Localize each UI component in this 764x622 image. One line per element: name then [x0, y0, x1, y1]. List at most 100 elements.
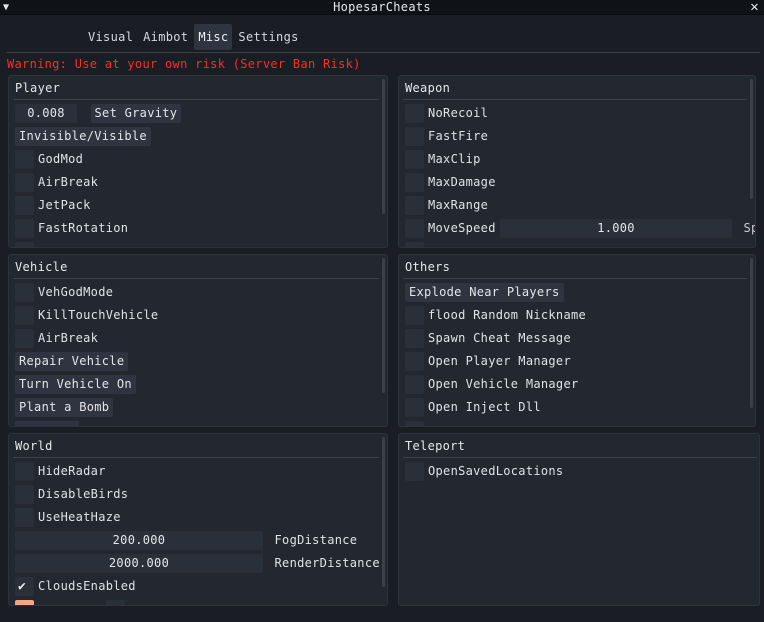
others-panel: Others Explode Near Players flood Random… — [398, 254, 756, 427]
toggle-label: DisableBirds — [38, 487, 129, 501]
tab-settings[interactable]: Settings — [234, 24, 302, 50]
clipped-toggle[interactable] — [405, 421, 424, 426]
tab-aimbot[interactable]: Aimbot — [139, 24, 192, 50]
godmod-toggle[interactable]: GodMod — [15, 150, 83, 169]
killtouchvehicle-toggle[interactable]: KillTouchVehicle — [15, 306, 158, 325]
fastrotation-toggle[interactable]: FastRotation — [15, 219, 128, 238]
toggle-label: UseHeatHaze — [38, 510, 121, 524]
clipped-toggle[interactable] — [405, 242, 424, 247]
toggle-label: NoRecoil — [428, 106, 489, 120]
scrollbar[interactable] — [382, 79, 385, 214]
plant-bomb-button[interactable]: Plant a Bomb — [15, 398, 114, 417]
checkbox[interactable] — [405, 242, 424, 247]
color-swatch[interactable] — [15, 600, 34, 605]
panel-title: Player — [15, 81, 61, 95]
toggle-label: Open Inject Dll — [428, 400, 541, 414]
movespeed-slider[interactable]: 1.000 — [500, 219, 732, 238]
checkbox[interactable] — [15, 329, 34, 348]
norecoil-toggle[interactable]: NoRecoil — [405, 104, 488, 123]
toggle-label: GodMod — [38, 152, 84, 166]
checkmark-icon[interactable] — [15, 577, 34, 596]
gravity-input[interactable]: 0.008 — [15, 104, 77, 123]
panel-divider — [403, 457, 757, 458]
checkbox[interactable] — [405, 421, 424, 426]
toggle-label: FastRotation — [38, 221, 129, 235]
player-manager-toggle[interactable]: Open Player Manager — [405, 352, 571, 371]
checkbox[interactable] — [15, 196, 34, 215]
scrollbar[interactable] — [382, 437, 385, 587]
maxclip-toggle[interactable]: MaxClip — [405, 150, 481, 169]
checkbox[interactable] — [15, 306, 34, 325]
checkbox[interactable] — [15, 462, 34, 481]
renderdistance-slider[interactable]: 2000.000 — [15, 554, 263, 573]
fogdistance-slider[interactable]: 200.000 — [15, 531, 263, 550]
turn-vehicle-on-button[interactable]: Turn Vehicle On — [15, 375, 136, 394]
checkbox[interactable] — [15, 485, 34, 504]
toggle-label: HideRadar — [38, 464, 106, 478]
vehgodmode-toggle[interactable]: VehGodMode — [15, 283, 113, 302]
scrollbar[interactable] — [382, 258, 385, 393]
tab-misc[interactable]: Misc — [194, 24, 233, 50]
cloudsenabled-toggle[interactable]: CloudsEnabled — [15, 577, 136, 596]
checkbox[interactable] — [15, 173, 34, 192]
vehicle-airbreak-toggle[interactable]: AirBreak — [15, 329, 98, 348]
maxdamage-toggle[interactable]: MaxDamage — [405, 173, 496, 192]
toggle-label: Spawn Cheat Message — [428, 331, 571, 345]
toggle-label: JetPack — [38, 198, 91, 212]
checkbox[interactable] — [15, 219, 34, 238]
hideradar-toggle[interactable]: HideRadar — [15, 462, 106, 481]
checkbox[interactable] — [405, 219, 424, 238]
checkbox[interactable] — [15, 508, 34, 527]
checkbox[interactable] — [15, 242, 34, 247]
checkbox[interactable] — [405, 127, 424, 146]
toggle-label: OpenSavedLocations — [428, 464, 564, 478]
tab-visual[interactable]: Visual — [84, 24, 137, 50]
clipped-toggle[interactable] — [15, 242, 34, 247]
clipped-button[interactable] — [15, 421, 79, 426]
spawn-cheat-message-toggle[interactable]: Spawn Cheat Message — [405, 329, 571, 348]
toggle-label: KillTouchVehicle — [38, 308, 159, 322]
checkbox[interactable] — [405, 398, 424, 417]
toggle-label: MaxClip — [428, 152, 481, 166]
checkbox[interactable] — [405, 306, 424, 325]
maxrange-toggle[interactable]: MaxRange — [405, 196, 488, 215]
checkbox[interactable] — [405, 104, 424, 123]
scrollbar[interactable] — [750, 79, 753, 199]
panel-title: Vehicle — [15, 260, 68, 274]
fastfire-toggle[interactable]: FastFire — [405, 127, 488, 146]
panel-divider — [13, 457, 379, 458]
panel-title: Others — [405, 260, 451, 274]
inject-dll-toggle[interactable]: Open Inject Dll — [405, 398, 541, 417]
movespeed-slider-label: Sp — [743, 221, 755, 235]
airbreak-toggle[interactable]: AirBreak — [15, 173, 98, 192]
vehicle-manager-toggle[interactable]: Open Vehicle Manager — [405, 375, 579, 394]
useheathaze-toggle[interactable]: UseHeatHaze — [15, 508, 121, 527]
checkbox[interactable] — [15, 150, 34, 169]
movespeed-toggle[interactable]: MoveSpeed — [405, 219, 496, 238]
tab-separator — [7, 52, 760, 53]
repair-vehicle-button[interactable]: Repair Vehicle — [15, 352, 129, 371]
panel-divider — [403, 278, 747, 279]
toggle-label: MaxDamage — [428, 175, 496, 189]
player-panel: Player 0.008 Set Gravity Invisible/Visib… — [8, 75, 388, 248]
flood-nickname-toggle[interactable]: flood Random Nickname — [405, 306, 586, 325]
checkbox[interactable] — [405, 150, 424, 169]
checkbox[interactable] — [405, 375, 424, 394]
close-icon[interactable]: ✕ — [750, 0, 759, 14]
set-gravity-button[interactable]: Set Gravity — [90, 104, 182, 123]
disablebirds-toggle[interactable]: DisableBirds — [15, 485, 128, 504]
opensavedlocations-toggle[interactable]: OpenSavedLocations — [405, 462, 563, 481]
checkbox[interactable] — [15, 283, 34, 302]
checkbox[interactable] — [105, 600, 125, 605]
checkbox[interactable] — [405, 352, 424, 371]
clipped-color-row[interactable] — [15, 600, 125, 605]
checkbox[interactable] — [405, 462, 424, 481]
checkbox[interactable] — [405, 329, 424, 348]
invisible-visible-button[interactable]: Invisible/Visible — [15, 127, 151, 146]
checkbox[interactable] — [405, 173, 424, 192]
explode-near-players-button[interactable]: Explode Near Players — [405, 283, 564, 302]
checkbox[interactable] — [405, 196, 424, 215]
scrollbar[interactable] — [750, 258, 753, 408]
panel-divider — [13, 278, 379, 279]
jetpack-toggle[interactable]: JetPack — [15, 196, 91, 215]
